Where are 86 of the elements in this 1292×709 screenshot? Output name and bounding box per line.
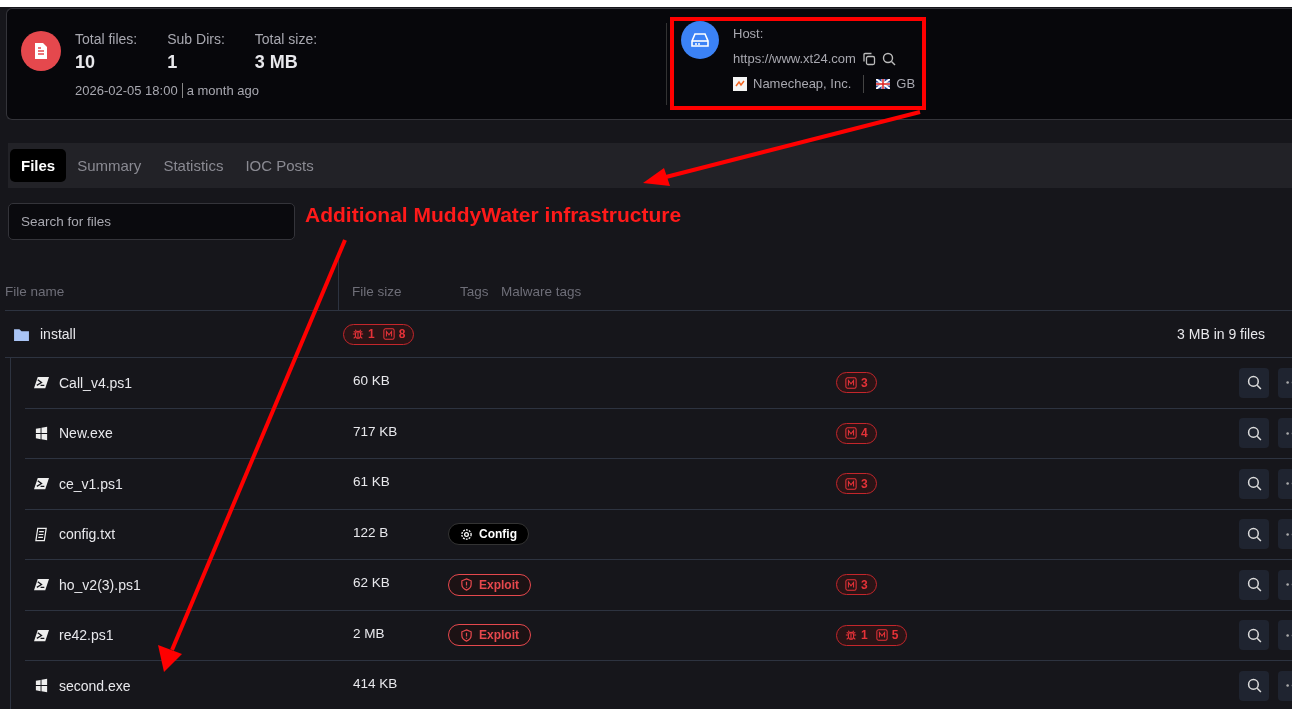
file-name[interactable]: New.exe [59, 425, 113, 442]
malware-icon [845, 578, 857, 591]
host-url: https://www.xt24.com [733, 50, 856, 68]
terminal-icon [33, 375, 50, 391]
country-code: GB [896, 75, 916, 93]
malware-badge: 3 [836, 574, 877, 596]
windows-icon [33, 425, 50, 441]
terminal-icon [33, 577, 50, 593]
shield-icon [460, 578, 473, 592]
file-name[interactable]: ho_v2(3).ps1 [59, 576, 141, 593]
search-icon[interactable] [881, 51, 896, 66]
malware-icon [845, 477, 857, 490]
drive-icon [681, 21, 719, 59]
tab[interactable]: Statistics [152, 149, 235, 182]
provider-name: Namecheap, Inc. [753, 75, 852, 93]
search-button[interactable] [1239, 468, 1269, 499]
file-name[interactable]: config.txt [59, 526, 116, 543]
windows-icon [33, 678, 50, 694]
tab[interactable]: Files [10, 149, 67, 182]
shield-icon [460, 628, 473, 642]
search-icon [1246, 425, 1262, 441]
file-size: 62 KB [353, 575, 390, 591]
gear-icon [460, 527, 473, 541]
stat-value: 3 MB [254, 52, 299, 73]
tab[interactable]: Summary [66, 149, 153, 182]
document-icon [33, 526, 50, 542]
bug-icon [352, 328, 364, 340]
column-header[interactable]: Malware tags [501, 284, 582, 310]
relative-time: a month ago [186, 83, 259, 98]
search-icon [1246, 375, 1262, 391]
malware-badge: 3 [836, 372, 877, 394]
document-icon [21, 31, 61, 71]
malware-icon [845, 427, 857, 440]
file-size: 60 KB [353, 373, 390, 389]
host-label: Host: [733, 25, 764, 43]
search-icon [1246, 627, 1262, 643]
folder-name[interactable]: install [40, 326, 76, 342]
search-icon [1246, 577, 1262, 593]
stat-label: Total files: [75, 31, 138, 47]
file-size: 61 KB [353, 474, 390, 490]
flag-icon [876, 78, 891, 89]
file-name[interactable]: ce_v1.ps1 [59, 475, 123, 492]
annotation-text: Additional MuddyWater infrastructure [305, 202, 682, 227]
provider-logo [733, 76, 747, 91]
copy-icon[interactable] [861, 51, 876, 66]
stat-label: Total size: [254, 31, 318, 47]
search-button[interactable] [1239, 519, 1269, 550]
search-button[interactable] [1239, 418, 1269, 449]
column-header[interactable]: File size [352, 284, 460, 310]
malware-badge: 1 8 [343, 323, 415, 345]
column-header[interactable]: Tags [460, 284, 501, 310]
search-icon [1246, 526, 1262, 542]
column-header[interactable]: File name [5, 254, 339, 310]
file-name[interactable]: Call_v4.ps1 [59, 374, 133, 391]
search-button[interactable] [1239, 670, 1269, 701]
malware-badge: 3 [836, 473, 877, 495]
file-name[interactable]: re42.ps1 [59, 627, 114, 644]
malware-badge: 1 5 [836, 624, 908, 646]
search-icon [1246, 678, 1262, 694]
stat-value: 1 [167, 52, 179, 73]
file-size: 122 B [353, 524, 389, 540]
folder-summary: 3 MB in 9 files [1177, 326, 1265, 342]
search-button[interactable] [1239, 367, 1269, 398]
folder-icon [13, 326, 30, 342]
bug-icon [845, 629, 857, 642]
terminal-icon [33, 627, 50, 643]
search-field[interactable]: Search for files [8, 203, 295, 240]
file-size: 414 KB [353, 676, 398, 692]
malware-icon [845, 376, 857, 389]
malware-badge: 4 [836, 422, 877, 444]
malware-icon [875, 629, 888, 642]
file-size: 717 KB [353, 423, 398, 439]
exploit-tag: Exploit [448, 573, 531, 596]
tab[interactable]: IOC Posts [234, 149, 325, 182]
search-button[interactable] [1239, 569, 1269, 600]
stat-value: 10 [75, 52, 97, 73]
file-size: 2 MB [353, 625, 385, 641]
malware-icon [382, 328, 395, 340]
stat-label: Sub Dirs: [167, 31, 225, 47]
search-button[interactable] [1239, 620, 1269, 651]
config-tag: Config [448, 523, 529, 546]
exploit-tag: Exploit [448, 624, 531, 647]
timestamp: 2026-02-05 18:00 [75, 83, 178, 98]
search-icon [1246, 476, 1262, 492]
terminal-icon [33, 476, 50, 492]
file-name[interactable]: second.exe [59, 677, 131, 694]
